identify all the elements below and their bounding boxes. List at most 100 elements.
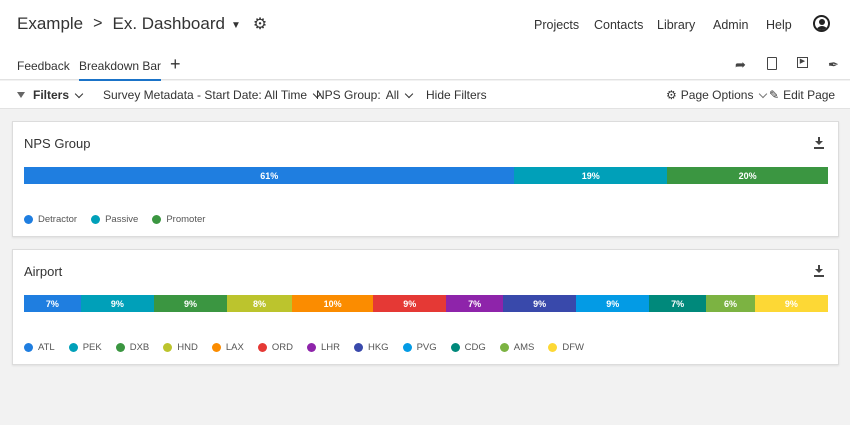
dashboard-name[interactable]: Ex. Dashboard <box>112 14 224 34</box>
bar-segment-dfw[interactable]: 9% <box>754 295 828 312</box>
bar-segment-hkg[interactable]: 9% <box>503 295 577 312</box>
add-tab-button[interactable]: + <box>170 54 181 75</box>
legend-item-cdg[interactable]: CDG <box>450 342 486 353</box>
legend-label: LHR <box>320 342 340 353</box>
tab-feedback[interactable]: Feedback <box>17 59 70 73</box>
legend-swatch <box>163 343 173 352</box>
hide-filters-link[interactable]: Hide Filters <box>426 88 487 102</box>
bar-segment-pek[interactable]: 9% <box>80 295 154 312</box>
nav-admin[interactable]: Admin <box>713 18 748 32</box>
bar-segment-cdg[interactable]: 7% <box>649 295 707 312</box>
bar-segment-dxb[interactable]: 9% <box>153 295 227 312</box>
bar-segment-lhr[interactable]: 7% <box>446 295 504 312</box>
legend-label: Promoter <box>166 214 206 225</box>
legend-swatch <box>115 343 125 352</box>
legend-label: DXB <box>129 342 150 353</box>
legend-item-lhr[interactable]: LHR <box>306 342 340 353</box>
bar-segment-promoter[interactable]: 20% <box>667 167 828 184</box>
legend-item-atl[interactable]: ATL <box>24 342 55 353</box>
bar-segment-atl[interactable]: 7% <box>24 295 81 312</box>
legend-swatch <box>402 343 412 352</box>
legend-item-pek[interactable]: PEK <box>68 342 102 353</box>
airport-card: Airport 7% 9% 9% 8% 10% 9% 7% 9% 9% 7% 6% 9% ATL PEK… <box>12 249 839 365</box>
bar-segment-lax[interactable]: 10% <box>291 295 374 312</box>
chevron-down-icon <box>404 89 414 98</box>
legend-label: DFW <box>562 342 584 353</box>
survey-date-filter-label: Survey Metadata - Start Date: All Time <box>103 88 308 102</box>
breakdown-bar: 61% 19% 20% <box>24 167 828 184</box>
legend-label: PVG <box>416 342 437 353</box>
tab-bar: Feedback Breakdown Bar + ➦ ▶ ✒ <box>0 50 850 81</box>
widget-title: Airport <box>24 264 63 279</box>
chevron-down-icon[interactable]: ▼ <box>231 20 241 31</box>
bar-segment-passive[interactable]: 19% <box>514 167 668 184</box>
legend-item-hnd[interactable]: HND <box>163 342 198 353</box>
legend-swatch <box>257 343 267 352</box>
nps-group-filter[interactable]: NPS Group: All <box>316 88 414 102</box>
filters-label: Filters <box>33 88 70 102</box>
user-account-icon[interactable] <box>813 15 830 32</box>
edit-page-button[interactable]: ✎ Edit Page <box>769 88 835 102</box>
breadcrumb-separator: > <box>93 15 103 32</box>
legend-label: HND <box>177 342 198 353</box>
legend-swatch <box>211 343 221 352</box>
nps-group-filter-label: NPS Group: <box>316 88 381 102</box>
chevron-down-icon <box>759 89 768 98</box>
bar-segment-ams[interactable]: 6% <box>706 295 755 312</box>
edit-page-label: Edit Page <box>783 88 836 102</box>
widget-title: NPS Group <box>24 136 91 151</box>
bar-segment-ord[interactable]: 9% <box>373 295 447 312</box>
present-icon[interactable]: ▶ <box>797 57 808 68</box>
legend-swatch <box>306 343 316 352</box>
legend-label: PEK <box>82 342 102 353</box>
legend-swatch <box>91 215 101 224</box>
legend-swatch <box>24 215 33 224</box>
legend-swatch <box>152 215 162 224</box>
legend-item-promoter[interactable]: Promoter <box>152 214 205 225</box>
theme-brush-icon[interactable]: ✒ <box>828 57 839 73</box>
breadcrumb-root[interactable]: Example <box>17 14 83 34</box>
legend-label: ATL <box>38 342 55 353</box>
share-icon[interactable]: ➦ <box>735 57 746 73</box>
download-icon[interactable] <box>814 265 824 277</box>
gear-icon[interactable]: ⚙ <box>253 14 267 34</box>
pencil-icon: ✎ <box>769 88 780 102</box>
legend-item-dxb[interactable]: DXB <box>115 342 150 353</box>
legend-label: HKG <box>367 342 389 353</box>
legend-swatch <box>353 343 363 352</box>
tab-breakdown-bar[interactable]: Breakdown Bar <box>79 59 162 81</box>
survey-date-filter[interactable]: Survey Metadata - Start Date: All Time <box>103 88 322 102</box>
page-options-dropdown[interactable]: ⚙ Page Options <box>666 88 768 102</box>
nps-group-filter-value: All <box>385 88 400 102</box>
nav-projects[interactable]: Projects <box>534 18 579 32</box>
legend-item-hkg[interactable]: HKG <box>353 342 389 353</box>
legend-item-detractor[interactable]: Detractor <box>24 214 77 225</box>
legend-label: Detractor <box>38 214 78 225</box>
legend-item-ams[interactable]: AMS <box>499 342 534 353</box>
nav-library[interactable]: Library <box>657 18 695 32</box>
filter-icon <box>17 92 25 98</box>
legend-item-ord[interactable]: ORD <box>257 342 293 353</box>
bar-segment-detractor[interactable]: 61% <box>24 167 515 184</box>
legend-item-passive[interactable]: Passive <box>91 214 138 225</box>
legend-item-pvg[interactable]: PVG <box>402 342 437 353</box>
filter-bar: Filters Survey Metadata - Start Date: Al… <box>0 81 850 109</box>
page-options-label: Page Options <box>680 88 754 102</box>
nav-contacts[interactable]: Contacts <box>594 18 643 32</box>
legend-item-dfw[interactable]: DFW <box>548 342 584 353</box>
chevron-down-icon <box>74 89 84 98</box>
bar-segment-hnd[interactable]: 8% <box>227 295 292 312</box>
filters-dropdown[interactable]: Filters <box>17 88 84 102</box>
bar-segment-pvg[interactable]: 9% <box>576 295 650 312</box>
chart-legend: Detractor Passive Promoter <box>24 214 219 225</box>
download-icon[interactable] <box>814 137 824 149</box>
legend-swatch <box>450 343 460 352</box>
legend-label: LAX <box>225 342 244 353</box>
legend-label: ORD <box>271 342 293 353</box>
gear-icon: ⚙ <box>666 88 677 102</box>
legend-item-lax[interactable]: LAX <box>211 342 244 353</box>
export-icon[interactable] <box>767 57 777 70</box>
breakdown-bar: 7% 9% 9% 8% 10% 9% 7% 9% 9% 7% 6% 9% <box>24 295 828 312</box>
nav-help[interactable]: Help <box>766 18 792 32</box>
breadcrumb: Example > Ex. Dashboard ▼ ⚙ <box>17 14 267 34</box>
